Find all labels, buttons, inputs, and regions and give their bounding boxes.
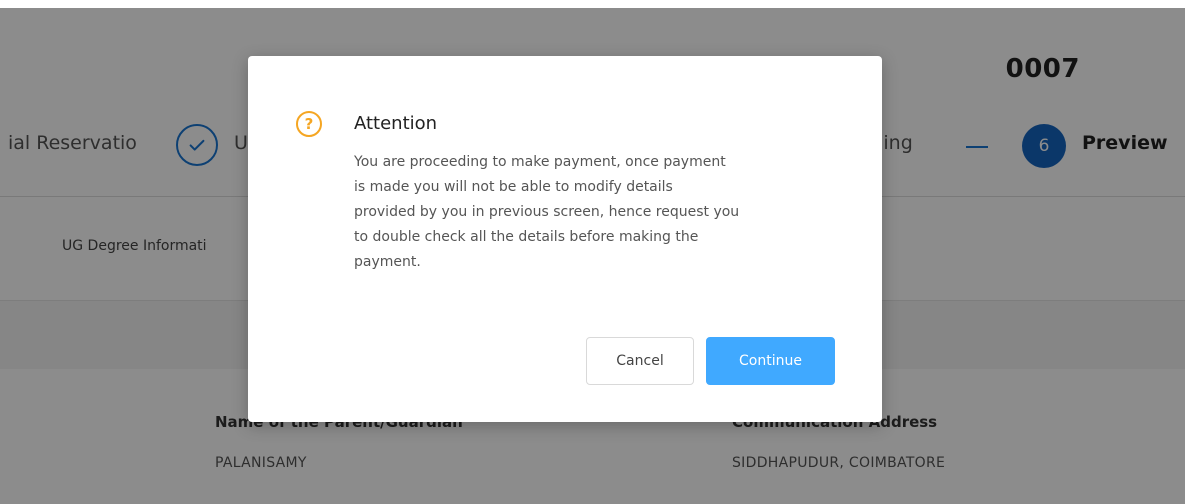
continue-button[interactable]: Continue [706, 337, 835, 385]
dialog-title: Attention [354, 113, 438, 134]
dialog-message: You are proceeding to make payment, once… [354, 154, 740, 270]
question-circle-icon: ? [296, 111, 322, 137]
cancel-button[interactable]: Cancel [586, 337, 694, 385]
attention-dialog: ? Attention You are proceeding to make p… [248, 56, 882, 422]
top-strip [0, 0, 1185, 8]
